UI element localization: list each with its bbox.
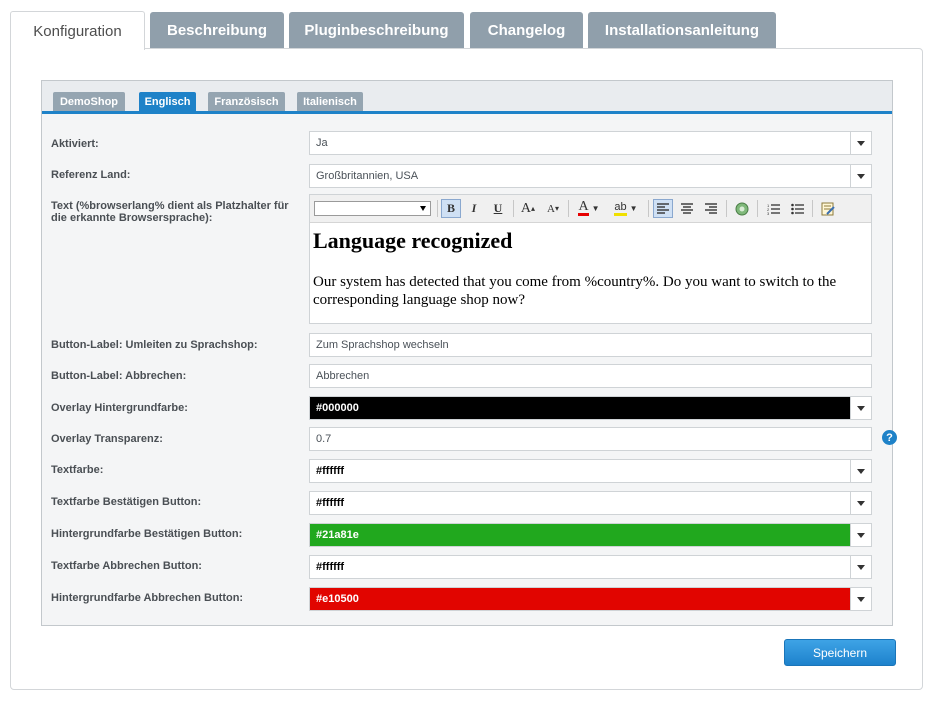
text-label: Text (%browserlang% dient als Platzhalte… — [51, 200, 289, 224]
font-select[interactable] — [314, 201, 431, 216]
hintergrund-bestaetigen-label: Hintergrundfarbe Bestätigen Button: — [51, 528, 243, 540]
aktiviert-label: Aktiviert: — [51, 138, 99, 150]
textfarbe-bestaetigen-swatch: #ffffff — [310, 492, 850, 514]
aktiviert-value: Ja — [316, 137, 328, 149]
overlay-transparenz-label: Overlay Transparenz: — [51, 433, 163, 445]
overlay-transparenz-input[interactable]: 0.7 — [309, 427, 872, 451]
aktiviert-select[interactable]: Ja — [309, 131, 872, 155]
align-left-icon[interactable] — [653, 199, 673, 218]
chevron-down-icon[interactable] — [850, 397, 871, 419]
subtab-englisch[interactable]: Englisch — [139, 92, 196, 111]
overlay-bg-colorpicker[interactable]: #000000 — [309, 396, 872, 420]
editor-body-text: Our system has detected that you come fr… — [313, 274, 837, 308]
help-icon[interactable]: ? — [882, 430, 897, 445]
ordered-list-icon[interactable]: 123 — [763, 199, 783, 218]
hintergrund-abbrechen-swatch: #e10500 — [310, 588, 850, 610]
button-abbrechen-value: Abbrechen — [316, 370, 370, 382]
textfarbe-bestaetigen-colorpicker[interactable]: #ffffff — [309, 491, 872, 515]
align-center-icon[interactable] — [677, 199, 697, 218]
hintergrund-abbrechen-colorpicker[interactable]: #e10500 — [309, 587, 872, 611]
button-abbrechen-label: Button-Label: Abbrechen: — [51, 370, 187, 382]
textfarbe-abbrechen-label: Textfarbe Abbrechen Button: — [51, 560, 202, 572]
subtab-demoshop[interactable]: DemoShop — [53, 92, 125, 111]
align-right-icon[interactable] — [701, 199, 721, 218]
svg-text:3: 3 — [767, 211, 770, 215]
chevron-down-icon[interactable] — [850, 492, 871, 514]
textfarbe-colorpicker[interactable]: #ffffff — [309, 459, 872, 483]
chevron-down-icon[interactable] — [850, 132, 871, 154]
subtab-franzoesisch[interactable]: Französisch — [208, 92, 285, 111]
referenz-land-select[interactable]: Großbritannien, USA — [309, 164, 872, 188]
tab-konfiguration[interactable]: Konfiguration — [10, 11, 145, 50]
unordered-list-icon[interactable] — [787, 199, 807, 218]
overlay-transparenz-value: 0.7 — [316, 433, 332, 445]
editor-content[interactable]: Language recognized Our system has detec… — [313, 223, 867, 309]
hintergrund-bestaetigen-colorpicker[interactable]: #21a81e — [309, 523, 872, 547]
textfarbe-label: Textfarbe: — [51, 464, 104, 476]
referenz-land-label: Referenz Land: — [51, 169, 131, 181]
highlight-icon[interactable]: ab ▼ — [611, 199, 641, 218]
bold-icon[interactable]: B — [441, 199, 461, 218]
increase-font-icon[interactable]: A ▴ — [518, 199, 538, 218]
textfarbe-swatch: #ffffff — [310, 460, 850, 482]
decrease-font-icon[interactable]: A ▾ — [543, 199, 563, 218]
tab-changelog[interactable]: Changelog — [470, 12, 583, 49]
chevron-down-icon[interactable] — [850, 588, 871, 610]
button-abbrechen-input[interactable]: Abbrechen — [309, 364, 872, 388]
button-umleiten-input[interactable]: Zum Sprachshop wechseln — [309, 333, 872, 357]
button-umleiten-label: Button-Label: Umleiten zu Sprachshop: — [51, 339, 258, 351]
hintergrund-bestaetigen-swatch: #21a81e — [310, 524, 850, 546]
chevron-down-icon[interactable] — [850, 524, 871, 546]
button-umleiten-value: Zum Sprachshop wechseln — [316, 339, 449, 351]
rich-text-editor[interactable]: B I U A ▴ A ▾ A ▼ ab ▼ 123 Language reco… — [309, 194, 872, 324]
font-color-icon[interactable]: A ▼ — [574, 199, 604, 218]
chevron-down-icon[interactable] — [850, 460, 871, 482]
edit-source-icon[interactable] — [818, 199, 838, 218]
editor-toolbar: B I U A ▴ A ▾ A ▼ ab ▼ 123 — [310, 195, 871, 223]
underline-icon[interactable]: U — [488, 199, 508, 218]
subtab-italienisch[interactable]: Italienisch — [297, 92, 363, 111]
chevron-down-icon[interactable] — [850, 556, 871, 578]
textfarbe-bestaetigen-label: Textfarbe Bestätigen Button: — [51, 496, 202, 508]
overlay-bg-swatch: #000000 — [310, 397, 850, 419]
chevron-down-icon[interactable] — [850, 165, 871, 187]
overlay-bg-label: Overlay Hintergrundfarbe: — [51, 402, 188, 414]
language-tab-bar: DemoShop Englisch Französisch Italienisc… — [42, 81, 892, 114]
insert-image-icon[interactable] — [732, 199, 752, 218]
italic-icon[interactable]: I — [464, 199, 484, 218]
tab-beschreibung[interactable]: Beschreibung — [150, 12, 284, 49]
save-button[interactable]: Speichern — [784, 639, 896, 666]
editor-heading: Language recognized — [313, 228, 513, 253]
textfarbe-abbrechen-colorpicker[interactable]: #ffffff — [309, 555, 872, 579]
tab-installationsanleitung[interactable]: Installationsanleitung — [588, 12, 776, 49]
textfarbe-abbrechen-swatch: #ffffff — [310, 556, 850, 578]
referenz-land-value: Großbritannien, USA — [316, 170, 419, 182]
tab-pluginbeschreibung[interactable]: Pluginbeschreibung — [289, 12, 464, 49]
hintergrund-abbrechen-label: Hintergrundfarbe Abbrechen Button: — [51, 592, 244, 604]
